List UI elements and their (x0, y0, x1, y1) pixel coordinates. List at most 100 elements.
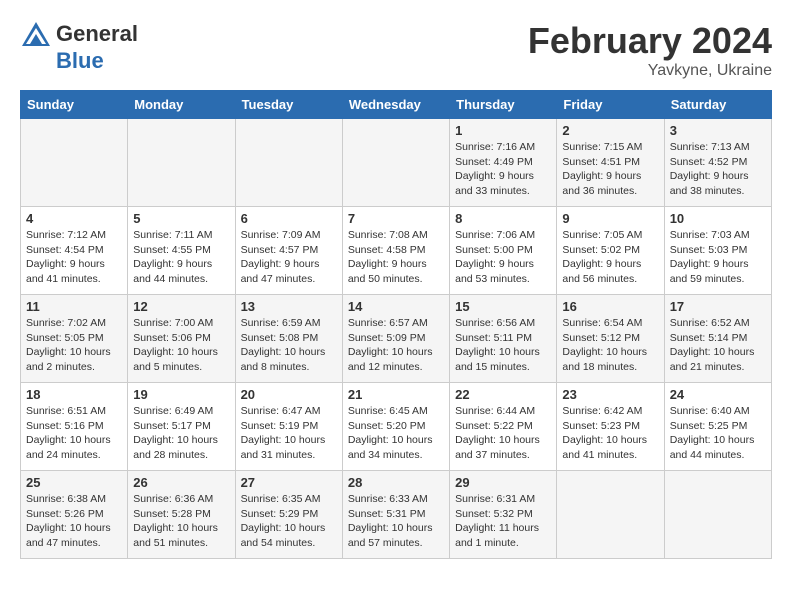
calendar-cell: 13 Sunrise: 6:59 AM Sunset: 5:08 PM Dayli… (235, 295, 342, 383)
week-row: 1 Sunrise: 7:16 AM Sunset: 4:49 PM Daylig… (21, 119, 772, 207)
day-number: 15 (455, 299, 551, 314)
day-number: 26 (133, 475, 229, 490)
day-info: Sunrise: 7:12 AM Sunset: 4:54 PM Dayligh… (26, 228, 122, 287)
calendar-cell (664, 471, 771, 559)
day-info: Sunrise: 6:36 AM Sunset: 5:28 PM Dayligh… (133, 492, 229, 551)
day-info: Sunrise: 7:16 AM Sunset: 4:49 PM Dayligh… (455, 140, 551, 199)
calendar-table: SundayMondayTuesdayWednesdayThursdayFrid… (20, 90, 772, 559)
day-number: 28 (348, 475, 444, 490)
day-info: Sunrise: 6:33 AM Sunset: 5:31 PM Dayligh… (348, 492, 444, 551)
calendar-cell: 28 Sunrise: 6:33 AM Sunset: 5:31 PM Dayli… (342, 471, 449, 559)
calendar-cell: 10 Sunrise: 7:03 AM Sunset: 5:03 PM Dayli… (664, 207, 771, 295)
calendar-cell: 5 Sunrise: 7:11 AM Sunset: 4:55 PM Daylig… (128, 207, 235, 295)
calendar-cell: 20 Sunrise: 6:47 AM Sunset: 5:19 PM Dayli… (235, 383, 342, 471)
day-number: 13 (241, 299, 337, 314)
calendar-cell: 2 Sunrise: 7:15 AM Sunset: 4:51 PM Daylig… (557, 119, 664, 207)
day-info: Sunrise: 6:44 AM Sunset: 5:22 PM Dayligh… (455, 404, 551, 463)
col-header-tuesday: Tuesday (235, 91, 342, 119)
col-header-monday: Monday (128, 91, 235, 119)
day-number: 29 (455, 475, 551, 490)
title-block: February 2024 Yavkyne, Ukraine (528, 20, 772, 80)
calendar-cell: 9Sunrise: 7:05 AM Sunset: 5:02 PM Daylig… (557, 207, 664, 295)
calendar-cell (21, 119, 128, 207)
calendar-cell (557, 471, 664, 559)
calendar-cell: 21Sunrise: 6:45 AM Sunset: 5:20 PM Dayli… (342, 383, 449, 471)
day-number: 27 (241, 475, 337, 490)
day-info: Sunrise: 6:54 AM Sunset: 5:12 PM Dayligh… (562, 316, 658, 375)
calendar-cell: 29 Sunrise: 6:31 AM Sunset: 5:32 PM Dayli… (450, 471, 557, 559)
calendar-cell: 24 Sunrise: 6:40 AM Sunset: 5:25 PM Dayli… (664, 383, 771, 471)
week-row: 18 Sunrise: 6:51 AM Sunset: 5:16 PM Dayli… (21, 383, 772, 471)
day-info: Sunrise: 7:13 AM Sunset: 4:52 PM Dayligh… (670, 140, 766, 199)
calendar-cell: 18 Sunrise: 6:51 AM Sunset: 5:16 PM Dayli… (21, 383, 128, 471)
week-row: 11 Sunrise: 7:02 AM Sunset: 5:05 PM Dayli… (21, 295, 772, 383)
day-number: 7 (348, 211, 444, 226)
calendar-cell: 19 Sunrise: 6:49 AM Sunset: 5:17 PM Dayli… (128, 383, 235, 471)
calendar-cell: 6 Sunrise: 7:09 AM Sunset: 4:57 PM Daylig… (235, 207, 342, 295)
day-number: 10 (670, 211, 766, 226)
logo-blue-text: Blue (56, 48, 104, 74)
month-title: February 2024 (528, 20, 772, 62)
day-number: 2 (562, 123, 658, 138)
logo-icon (20, 20, 52, 48)
day-info: Sunrise: 6:56 AM Sunset: 5:11 PM Dayligh… (455, 316, 551, 375)
day-info: Sunrise: 6:57 AM Sunset: 5:09 PM Dayligh… (348, 316, 444, 375)
week-row: 25Sunrise: 6:38 AM Sunset: 5:26 PM Dayli… (21, 471, 772, 559)
day-number: 1 (455, 123, 551, 138)
col-header-saturday: Saturday (664, 91, 771, 119)
day-number: 17 (670, 299, 766, 314)
day-info: Sunrise: 6:47 AM Sunset: 5:19 PM Dayligh… (241, 404, 337, 463)
day-number: 16 (562, 299, 658, 314)
calendar-cell: 22 Sunrise: 6:44 AM Sunset: 5:22 PM Dayli… (450, 383, 557, 471)
day-number: 11 (26, 299, 122, 314)
day-info: Sunrise: 7:15 AM Sunset: 4:51 PM Dayligh… (562, 140, 658, 199)
location: Yavkyne, Ukraine (528, 62, 772, 80)
day-info: Sunrise: 7:06 AM Sunset: 5:00 PM Dayligh… (455, 228, 551, 287)
col-header-friday: Friday (557, 91, 664, 119)
day-info: Sunrise: 6:51 AM Sunset: 5:16 PM Dayligh… (26, 404, 122, 463)
day-number: 3 (670, 123, 766, 138)
day-info: Sunrise: 6:35 AM Sunset: 5:29 PM Dayligh… (241, 492, 337, 551)
day-number: 22 (455, 387, 551, 402)
week-row: 4Sunrise: 7:12 AM Sunset: 4:54 PM Daylig… (21, 207, 772, 295)
day-number: 5 (133, 211, 229, 226)
calendar-cell: 23Sunrise: 6:42 AM Sunset: 5:23 PM Dayli… (557, 383, 664, 471)
day-number: 8 (455, 211, 551, 226)
day-number: 18 (26, 387, 122, 402)
day-info: Sunrise: 7:11 AM Sunset: 4:55 PM Dayligh… (133, 228, 229, 287)
calendar-cell: 25Sunrise: 6:38 AM Sunset: 5:26 PM Dayli… (21, 471, 128, 559)
calendar-cell: 8 Sunrise: 7:06 AM Sunset: 5:00 PM Daylig… (450, 207, 557, 295)
day-info: Sunrise: 7:08 AM Sunset: 4:58 PM Dayligh… (348, 228, 444, 287)
calendar-cell (128, 119, 235, 207)
day-number: 19 (133, 387, 229, 402)
day-info: Sunrise: 6:31 AM Sunset: 5:32 PM Dayligh… (455, 492, 551, 551)
calendar-cell: 3 Sunrise: 7:13 AM Sunset: 4:52 PM Daylig… (664, 119, 771, 207)
day-info: Sunrise: 6:49 AM Sunset: 5:17 PM Dayligh… (133, 404, 229, 463)
calendar-cell (235, 119, 342, 207)
calendar-cell (342, 119, 449, 207)
day-number: 12 (133, 299, 229, 314)
day-info: Sunrise: 6:40 AM Sunset: 5:25 PM Dayligh… (670, 404, 766, 463)
day-number: 14 (348, 299, 444, 314)
day-info: Sunrise: 6:59 AM Sunset: 5:08 PM Dayligh… (241, 316, 337, 375)
page-header: General Blue February 2024 Yavkyne, Ukra… (20, 20, 772, 80)
col-header-wednesday: Wednesday (342, 91, 449, 119)
calendar-cell: 26 Sunrise: 6:36 AM Sunset: 5:28 PM Dayli… (128, 471, 235, 559)
day-info: Sunrise: 7:03 AM Sunset: 5:03 PM Dayligh… (670, 228, 766, 287)
day-info: Sunrise: 7:05 AM Sunset: 5:02 PM Dayligh… (562, 228, 658, 287)
col-header-sunday: Sunday (21, 91, 128, 119)
calendar-cell: 16 Sunrise: 6:54 AM Sunset: 5:12 PM Dayli… (557, 295, 664, 383)
day-info: Sunrise: 6:42 AM Sunset: 5:23 PM Dayligh… (562, 404, 658, 463)
calendar-cell: 7 Sunrise: 7:08 AM Sunset: 4:58 PM Daylig… (342, 207, 449, 295)
col-header-thursday: Thursday (450, 91, 557, 119)
day-number: 20 (241, 387, 337, 402)
day-number: 24 (670, 387, 766, 402)
calendar-cell: 14 Sunrise: 6:57 AM Sunset: 5:09 PM Dayli… (342, 295, 449, 383)
calendar-cell: 4Sunrise: 7:12 AM Sunset: 4:54 PM Daylig… (21, 207, 128, 295)
day-info: Sunrise: 7:02 AM Sunset: 5:05 PM Dayligh… (26, 316, 122, 375)
calendar-cell: 27 Sunrise: 6:35 AM Sunset: 5:29 PM Dayli… (235, 471, 342, 559)
calendar-cell: 15 Sunrise: 6:56 AM Sunset: 5:11 PM Dayli… (450, 295, 557, 383)
day-info: Sunrise: 7:09 AM Sunset: 4:57 PM Dayligh… (241, 228, 337, 287)
logo: General Blue (20, 20, 138, 74)
day-number: 6 (241, 211, 337, 226)
